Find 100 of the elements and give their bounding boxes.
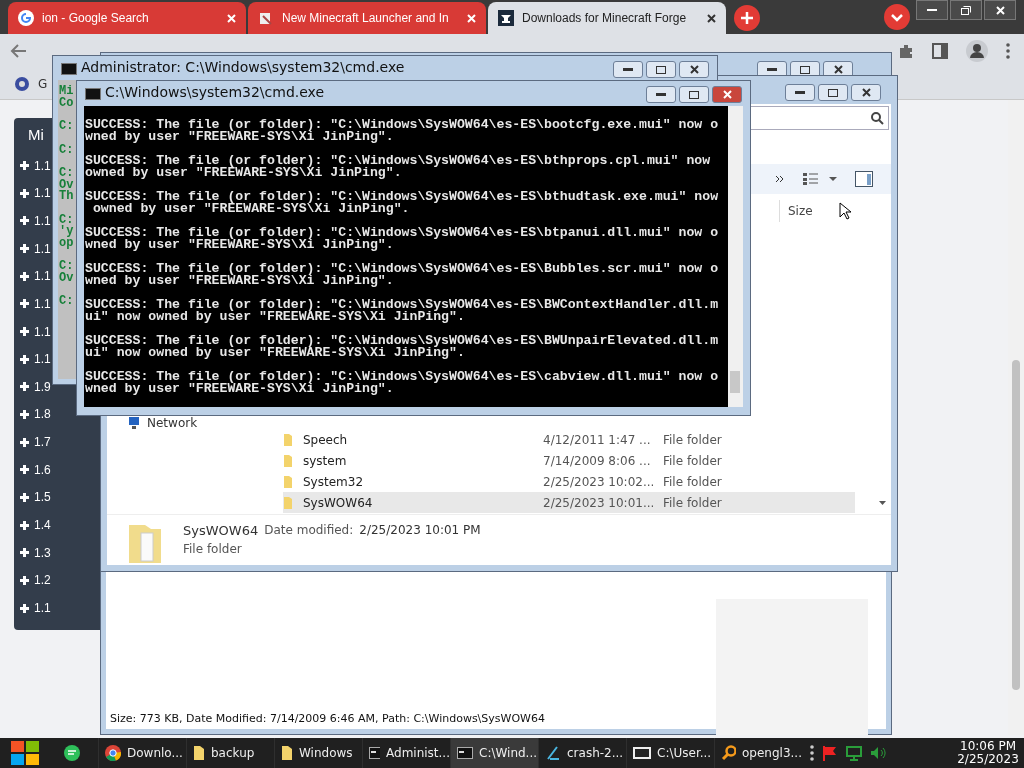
version-item[interactable]: 1.3: [20, 538, 51, 567]
plus-icon: [20, 382, 29, 392]
network-icon: [127, 417, 141, 429]
version-item[interactable]: 1.4: [20, 511, 51, 539]
taskbar-item[interactable]: Downlo...: [98, 738, 186, 768]
side-panel-icon[interactable]: [932, 43, 948, 59]
console-line: SUCCESS: The file (or folder): "C:\Windows\SysWOW64\es-ES\Bubbles.scr.mui" now o: [85, 263, 719, 275]
taskbar-item[interactable]: C:\Wind...: [450, 738, 538, 768]
version-item[interactable]: 1.8: [20, 400, 51, 429]
minimize-icon: [656, 92, 666, 97]
plus-icon: [20, 244, 29, 254]
version-item[interactable]: 1.1: [20, 290, 51, 318]
version-item[interactable]: 1.1: [20, 262, 51, 290]
file-name: SysWOW64: [303, 495, 374, 510]
version-item[interactable]: 1.9: [20, 373, 51, 401]
taskbar-item[interactable]: C:\User...: [626, 738, 714, 768]
details-name: SysWOW64: [183, 523, 259, 538]
minimize-button[interactable]: [785, 84, 815, 101]
console-line: C:: [59, 296, 74, 308]
maximize-icon: [828, 88, 838, 97]
taskbar-item[interactable]: crash-2...: [538, 738, 626, 768]
details-label: Date modified:: [264, 523, 354, 538]
view-options-icon[interactable]: [803, 173, 837, 185]
file-row[interactable]: System32 2/25/2023 10:02... File folder: [283, 471, 855, 492]
speaker-icon[interactable]: [870, 745, 886, 761]
version-item[interactable]: 1.1: [20, 345, 51, 373]
taskbar-item[interactable]: Windows: [274, 738, 362, 768]
scrollbar-thumb[interactable]: [1012, 360, 1020, 690]
close-button[interactable]: [679, 61, 709, 78]
back-arrow-icon[interactable]: [10, 44, 26, 58]
plus-icon: [741, 12, 753, 24]
console-scrollbar[interactable]: [728, 106, 743, 407]
tab-search-button[interactable]: [884, 4, 910, 30]
version-item[interactable]: 1.7: [20, 428, 51, 456]
file-type: File folder: [663, 474, 723, 489]
console-line: SUCCESS: The file (or folder): "C:\Windows\SysWOW64\es-ES\bthudtask.exe.mui" now: [85, 191, 719, 203]
plus-icon: [20, 548, 29, 558]
console-line: C:: [59, 168, 74, 180]
close-button[interactable]: [984, 0, 1016, 20]
more-menu-icon[interactable]: [1006, 43, 1010, 59]
details-type: File folder: [183, 542, 243, 556]
sidebar-heading: Mi: [28, 126, 44, 145]
console-line: Ov: [59, 179, 74, 191]
monitor-icon[interactable]: [846, 745, 862, 761]
maximize-icon: [689, 90, 699, 99]
version-item[interactable]: 1.1: [20, 207, 51, 235]
console-line: wned by user "FREEWARE-SYS\Xi JinPing".: [85, 131, 394, 143]
minimize-button[interactable]: [613, 61, 643, 78]
profile-icon[interactable]: [966, 40, 988, 62]
maximize-button[interactable]: [818, 84, 848, 101]
version-item[interactable]: 1.1: [20, 234, 51, 263]
version-item[interactable]: 1.2: [20, 566, 51, 595]
chevrons-icon: [775, 174, 785, 183]
restore-button[interactable]: [950, 0, 982, 20]
console-line: wned by user "FREEWARE-SYS\Xi JinPing".: [85, 275, 394, 287]
chat-icon[interactable]: [64, 745, 80, 761]
minimize-button[interactable]: [916, 0, 948, 20]
taskbar-item[interactable]: backup: [186, 738, 274, 768]
console-line: ui" now owned by user "FREEWARE-SYS\Xi JinPing".: [85, 347, 465, 359]
file-row[interactable]: system 7/14/2009 8:06 ... File folder: [283, 450, 855, 471]
close-button[interactable]: [851, 84, 881, 101]
taskbar-item[interactable]: opengl3...: [714, 738, 802, 768]
scroll-down-arrow[interactable]: [879, 498, 886, 507]
file-date: 4/12/2011 1:47 ...: [543, 432, 652, 447]
console-icon: [61, 63, 77, 75]
version-item[interactable]: 1.1: [20, 179, 51, 208]
plus-icon: [20, 409, 29, 419]
version-item[interactable]: 1.5: [20, 483, 51, 512]
version-item[interactable]: 1.6: [20, 455, 51, 484]
version-item[interactable]: 1.1: [20, 317, 51, 346]
bookmark-link[interactable]: G: [38, 76, 48, 91]
version-item[interactable]: 1.1: [20, 594, 51, 622]
version-item[interactable]: 1.1: [20, 151, 51, 180]
new-tab-button[interactable]: [734, 5, 760, 31]
close-button[interactable]: [712, 86, 742, 103]
browser-tab[interactable]: ion - Google Search: [8, 2, 246, 34]
maximize-button[interactable]: [679, 86, 709, 103]
windows-logo-icon[interactable]: [8, 740, 42, 766]
console-line: wned by user "FREEWARE-SYS\Xi JinPing".: [85, 383, 394, 395]
puzzle-icon[interactable]: [898, 43, 914, 59]
file-row[interactable]: SysWOW64 2/25/2023 10:01... File folder: [283, 492, 855, 513]
more-icon[interactable]: [810, 745, 814, 761]
maximize-button[interactable]: [646, 61, 676, 78]
console-line: owned by user "FREEWARE-SYS\Xi JinPing".: [91, 203, 410, 215]
file-row[interactable]: Speech 4/12/2011 1:47 ... File folder: [283, 429, 855, 450]
nav-item[interactable]: Network: [127, 416, 198, 430]
preview-pane-icon[interactable]: [855, 171, 873, 187]
browser-tab[interactable]: Downloads for Minecraft Forge: [488, 2, 726, 34]
folder-icon: [283, 496, 293, 509]
close-icon: [722, 90, 732, 99]
flag-icon[interactable]: [822, 745, 838, 761]
minimize-icon: [795, 90, 805, 95]
tool-icon: [258, 10, 274, 26]
console-line: 'y: [59, 226, 74, 238]
plus-icon: [20, 299, 29, 309]
minimize-button[interactable]: [646, 86, 676, 103]
browser-tab[interactable]: New Minecraft Launcher and In: [248, 2, 486, 34]
column-header[interactable]: Size: [779, 200, 859, 222]
clock-time: 10:06 PM: [960, 740, 1016, 753]
scrollbar-thumb[interactable]: [730, 371, 740, 393]
